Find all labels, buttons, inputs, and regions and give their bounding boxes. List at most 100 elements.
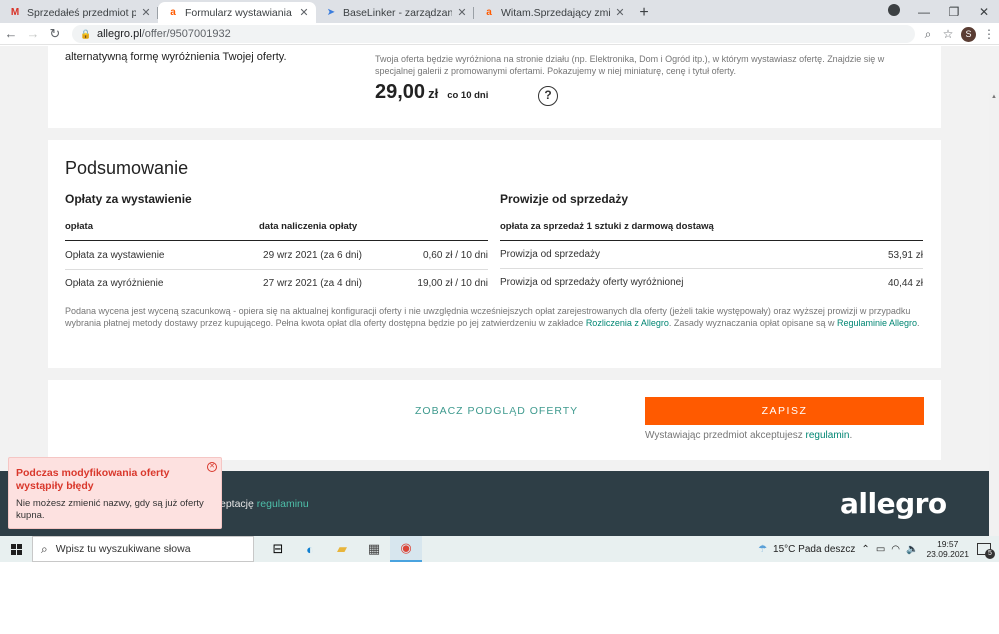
close-icon[interactable]: ✕ — [614, 6, 626, 19]
help-icon[interactable]: ? — [538, 86, 558, 106]
fee-row-amount: 0,60 zł / 10 dni — [422, 250, 488, 261]
close-window-icon[interactable]: ✕ — [969, 5, 999, 19]
menu-icon[interactable]: ⋮ — [979, 27, 999, 41]
terms-link[interactable]: regulamin — [806, 430, 850, 441]
zoom-icon[interactable]: ⌕ — [918, 27, 938, 42]
accept-end: . — [849, 430, 853, 441]
price-main: 29,00 — [375, 81, 426, 103]
summary-card: Podsumowanie Opłaty za wystawienie opłat… — [48, 140, 941, 368]
scroll-up-icon[interactable]: ▲ — [989, 92, 999, 102]
edge-icon[interactable]: ◐ — [294, 536, 326, 562]
close-icon[interactable]: ✕ — [456, 6, 468, 19]
chrome-icon[interactable]: ◉ — [390, 536, 422, 562]
clock[interactable]: 19:57 23.09.2021 — [926, 539, 969, 559]
error-toast: Podczas modyfikowania oferty wystąpiły b… — [8, 457, 222, 529]
price-currency: zł — [428, 86, 439, 101]
new-tab-button[interactable]: + — [632, 2, 656, 23]
baselinker-icon: ➤ — [326, 7, 336, 18]
footer-terms-link[interactable]: regulaminu — [257, 498, 309, 510]
save-button[interactable]: ZAPISZ — [645, 397, 924, 425]
fee-row-date: 29 wrz 2021 (za 6 dni) — [263, 250, 362, 261]
url-path: /offer/9507001932 — [141, 28, 231, 40]
fee-row-date: 27 wrz 2021 (za 4 dni) — [263, 278, 362, 289]
allegro-logo[interactable]: allegro — [840, 487, 947, 520]
avatar[interactable]: S — [961, 26, 976, 42]
promo-price: 29,00 zł co 10 dni — [375, 81, 488, 104]
scrollbar[interactable]: ▲ ▼ — [989, 92, 999, 536]
tab-title: Witam.Sprzedający zmienił tytuł — [501, 6, 610, 19]
gmail-icon: M — [10, 7, 20, 18]
commission-row-name: Prowizja od sprzedaży oferty wyróżnionej — [500, 277, 684, 288]
windows-taskbar: ⌕ Wpisz tu wyszukiwane słowa ⊟ ◐ ▰ ▦ ◉ ☂… — [0, 536, 999, 562]
forward-icon[interactable]: → — [22, 26, 44, 41]
commission-row-amount: 40,44 zł — [887, 278, 923, 289]
commission-row-amount: 53,91 zł — [887, 250, 923, 261]
lock-icon: 🔒 — [80, 29, 92, 39]
file-explorer-icon[interactable]: ▰ — [326, 536, 358, 562]
note-text: . — [917, 318, 920, 328]
address-bar: ← → ↻ 🔒 allegro.pl/offer/9507001932 ⌕ ☆ … — [0, 23, 999, 45]
tab-formularz[interactable]: a Formularz wystawiania ✕ — [158, 2, 316, 23]
preview-offer-link[interactable]: ZOBACZ PODGLĄD OFERTY — [415, 405, 578, 417]
promo-description: Twoja oferta będzie wyróżniona na stroni… — [375, 54, 885, 76]
close-icon[interactable]: ✕ — [298, 6, 310, 19]
clock-date: 23.09.2021 — [926, 549, 969, 559]
back-icon[interactable]: ← — [0, 26, 22, 41]
taskbar-search[interactable]: ⌕ Wpisz tu wyszukiwane słowa — [32, 536, 254, 562]
tab-gmail[interactable]: M Sprzedałeś przedmiot przez Kup ✕ — [0, 2, 158, 23]
promo-card: alternatywną formę wyróżnienia Twojej of… — [48, 46, 941, 128]
fee-row-name: Opłata za wystawienie — [65, 250, 165, 261]
window-controls: — ❐ ✕ — [879, 0, 999, 23]
battery-icon[interactable]: ▭ — [876, 544, 885, 555]
summary-note: Podana wycena jest wyceną szacunkową - o… — [65, 305, 920, 329]
tab-witam[interactable]: a Witam.Sprzedający zmienił tytuł ✕ — [474, 2, 632, 23]
allegro-icon: a — [486, 7, 492, 18]
commissions-title: Prowizje od sprzedaży — [500, 192, 629, 206]
fee-row-amount: 19,00 zł / 10 dni — [417, 278, 488, 289]
search-icon: ⌕ — [41, 541, 48, 556]
clock-time: 19:57 — [937, 539, 959, 549]
task-view-icon[interactable]: ⊟ — [262, 536, 294, 562]
allegro-icon: a — [170, 7, 176, 18]
actions-card: ZOBACZ PODGLĄD OFERTY ZAPISZ Wystawiając… — [48, 380, 941, 460]
volume-icon[interactable]: 🔈 — [906, 544, 918, 555]
tab-title: Formularz wystawiania — [185, 6, 292, 19]
price-period: co 10 dni — [447, 90, 489, 101]
fee-row-name: Opłata za wyróżnienie — [65, 278, 164, 289]
weather-text[interactable]: 15°C Pada deszcz — [773, 544, 855, 555]
fees-title: Opłaty za wystawienie — [65, 192, 192, 206]
system-tray: ☂ 15°C Pada deszcz ⌃ ▭ ◠ 🔈 19:57 23.09.2… — [752, 536, 995, 562]
promo-left-text: alternatywną formę wyróżnienia Twojej of… — [65, 51, 287, 63]
url-field[interactable]: 🔒 allegro.pl/offer/9507001932 — [72, 25, 915, 43]
commissions-col-header: opłata za sprzedaż 1 sztuki z darmową do… — [500, 221, 714, 232]
reload-icon[interactable]: ↻ — [44, 26, 66, 42]
note-text: . Zasady wyznaczania opłat opisane są w — [668, 318, 837, 328]
terms-link[interactable]: Regulaminie Allegro — [837, 318, 917, 328]
toast-message: Nie możesz zmienić nazwy, gdy są już ofe… — [16, 498, 204, 521]
accept-terms-text: Wystawiając przedmiot akceptujesz regula… — [645, 430, 852, 441]
calculator-icon[interactable]: ▦ — [358, 536, 390, 562]
minimize-icon[interactable]: — — [909, 5, 939, 19]
star-icon[interactable]: ☆ — [938, 27, 958, 41]
notification-icon[interactable]: 5 — [977, 543, 995, 559]
profile-menu-icon[interactable] — [879, 4, 909, 19]
start-button[interactable] — [0, 536, 32, 562]
tab-baselinker[interactable]: ➤ BaseLinker - zarządzanie sprzeda ✕ — [316, 2, 474, 23]
screen: M Sprzedałeś przedmiot przez Kup ✕ a For… — [0, 0, 999, 634]
summary-title: Podsumowanie — [65, 158, 189, 178]
fees-col-fee: opłata — [65, 221, 93, 232]
restore-icon[interactable]: ❐ — [939, 5, 969, 19]
settlements-link[interactable]: Rozliczenia z Allegro — [586, 318, 669, 328]
close-icon[interactable]: ✕ — [207, 462, 217, 472]
fees-col-date: data naliczenia opłaty — [259, 221, 358, 232]
network-icon[interactable]: ◠ — [891, 544, 900, 555]
toast-title: Podczas modyfikowania oferty wystąpiły b… — [16, 467, 170, 492]
weather-icon[interactable]: ☂ — [758, 544, 767, 555]
search-placeholder: Wpisz tu wyszukiwane słowa — [55, 543, 191, 555]
close-icon[interactable]: ✕ — [140, 6, 152, 19]
tab-title: BaseLinker - zarządzanie sprzeda — [343, 6, 452, 19]
browser-tab-bar: M Sprzedałeś przedmiot przez Kup ✕ a For… — [0, 0, 999, 23]
footer-text: eptację regulaminu — [220, 498, 309, 510]
chevron-up-icon[interactable]: ⌃ — [861, 544, 869, 555]
tab-title: Sprzedałeś przedmiot przez Kup — [27, 6, 136, 19]
